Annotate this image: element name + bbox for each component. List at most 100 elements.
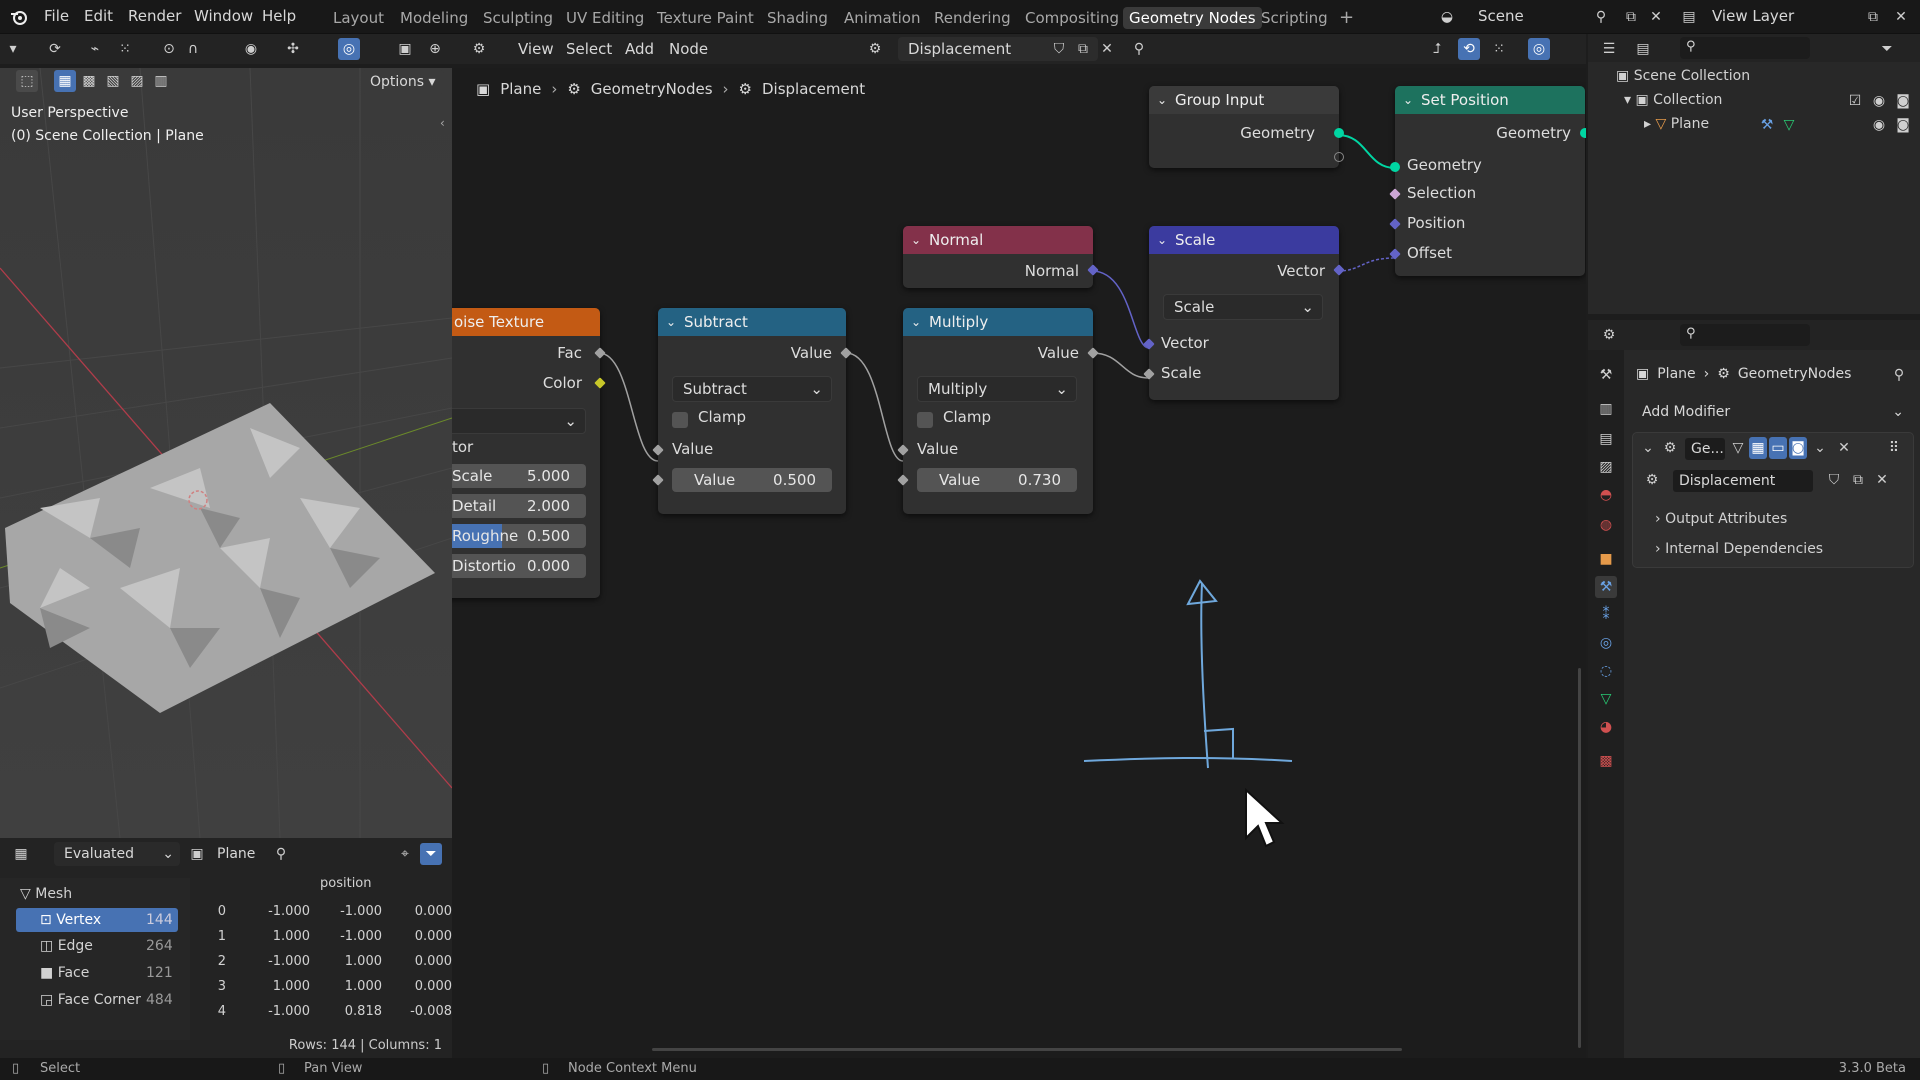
- node-header[interactable]: ⌄ Set Position: [1395, 86, 1585, 114]
- render-tab-icon[interactable]: ▥: [1595, 398, 1617, 420]
- snap-grid-node-icon[interactable]: ⁙: [1488, 38, 1510, 60]
- menu-add[interactable]: Add: [625, 40, 654, 58]
- object-tab-icon[interactable]: ■: [1595, 548, 1617, 570]
- options-dropdown[interactable]: Options ▾: [362, 70, 444, 94]
- tab-modeling[interactable]: Modeling: [394, 7, 474, 29]
- select-extend-icon[interactable]: ▩: [78, 70, 100, 92]
- scale-field[interactable]: Scale 5.000: [452, 464, 586, 488]
- tab-sculpting[interactable]: Sculpting: [477, 7, 559, 29]
- viewport-toggle-icon[interactable]: ▭: [1769, 437, 1787, 459]
- select-intersect-icon[interactable]: ▥: [150, 70, 172, 92]
- distortion-field[interactable]: Distortio 0.000: [452, 554, 586, 578]
- menu-window[interactable]: Window: [194, 7, 253, 25]
- detail-field[interactable]: Detail 2.000: [452, 494, 586, 518]
- dimensions-dropdown[interactable]: ⌄: [452, 408, 586, 434]
- tab-shading[interactable]: Shading: [761, 7, 834, 29]
- roughness-field[interactable]: Roughne 0.500: [452, 524, 586, 548]
- add-workspace-icon[interactable]: +: [1333, 7, 1360, 29]
- material-tab-icon[interactable]: ◕: [1595, 716, 1617, 738]
- fake-user-icon[interactable]: ⛉: [1048, 38, 1070, 60]
- noise-texture-node[interactable]: oise Texture Fac Color ⌄ tor Scale 5.000 …: [452, 308, 606, 598]
- modifier-tab-icon[interactable]: ⚒: [1595, 576, 1617, 598]
- blender-logo-icon[interactable]: [8, 6, 30, 28]
- tool-tab-icon[interactable]: ⚒: [1595, 364, 1617, 386]
- xray-icon[interactable]: ▣: [394, 38, 416, 60]
- properties-search-input[interactable]: ⚲: [1680, 324, 1810, 346]
- select-box-icon[interactable]: ▦: [54, 70, 76, 92]
- view-layer-name[interactable]: View Layer: [1712, 7, 1794, 25]
- chevron-down-icon[interactable]: ⌄: [911, 308, 921, 336]
- group-input-node[interactable]: ⌄ Group Input Geometry: [1149, 86, 1344, 168]
- menu-select[interactable]: Select: [566, 40, 612, 58]
- geometry-output-socket[interactable]: [1580, 128, 1586, 138]
- geometry-nodes-icon[interactable]: ⚙: [1659, 437, 1681, 459]
- snap-grid-icon[interactable]: ⁙: [114, 38, 136, 60]
- transform-icon[interactable]: ⟳: [44, 38, 66, 60]
- menu-edit[interactable]: Edit: [84, 7, 113, 25]
- edit-mode-icon[interactable]: ▽: [1727, 437, 1749, 459]
- node-header[interactable]: ⌄ Normal: [903, 226, 1093, 254]
- filter-icon[interactable]: ⏷: [1876, 38, 1898, 60]
- plane-item[interactable]: ▸ ▽ Plane: [1644, 116, 1709, 132]
- face-corner-item[interactable]: ◲ Face Corner: [40, 992, 141, 1008]
- geometry-output-socket[interactable]: [1334, 128, 1344, 138]
- geometry-input-socket[interactable]: [1390, 162, 1400, 172]
- output-tab-icon[interactable]: ▤: [1595, 428, 1617, 450]
- parent-tree-icon[interactable]: ⮥: [1426, 38, 1448, 60]
- duplicate-icon[interactable]: ⧉: [1847, 469, 1869, 491]
- falloff-icon[interactable]: ∩: [182, 38, 204, 60]
- evaluated-dropdown[interactable]: Evaluated ⌄: [54, 842, 180, 866]
- pin-icon[interactable]: ⚲: [1888, 364, 1910, 386]
- editor-type-icon[interactable]: ☰: [1598, 38, 1620, 60]
- particles-tab-icon[interactable]: ⁑: [1595, 604, 1617, 626]
- tab-scripting[interactable]: Scripting: [1255, 7, 1334, 29]
- new-view-layer-icon[interactable]: ⧉: [1862, 6, 1884, 28]
- world-tab-icon[interactable]: ◍: [1595, 514, 1617, 536]
- node-header[interactable]: oise Texture: [452, 308, 600, 336]
- camera-icon[interactable]: ◙: [1892, 114, 1914, 136]
- gizmo-icon[interactable]: ✣: [282, 38, 304, 60]
- exclude-checkbox-icon[interactable]: ☑: [1844, 90, 1866, 112]
- camera-icon[interactable]: ◙: [1892, 90, 1914, 112]
- editor-type-icon[interactable]: ⚙: [1598, 324, 1620, 346]
- fake-user-icon[interactable]: ⛉: [1823, 469, 1845, 491]
- pin-icon[interactable]: ⚲: [270, 843, 292, 865]
- scene-tab-icon[interactable]: ◓: [1595, 484, 1617, 506]
- node-header[interactable]: ⌄ Scale: [1149, 226, 1339, 254]
- proportional-icon[interactable]: ⊙: [158, 38, 180, 60]
- vertical-scrollbar[interactable]: [1578, 668, 1581, 1048]
- chevron-down-icon[interactable]: ⌄: [1157, 226, 1167, 254]
- tab-uv-editing[interactable]: UV Editing: [560, 7, 650, 29]
- editmode-toggle-icon[interactable]: ▦: [1749, 437, 1767, 459]
- chevron-down-icon[interactable]: ⌄: [1403, 86, 1413, 114]
- operation-dropdown[interactable]: Subtract ⌄: [672, 376, 832, 402]
- scene-collection-item[interactable]: ▣ Scene Collection: [1616, 68, 1750, 84]
- outliner-search-input[interactable]: ⚲: [1680, 37, 1810, 59]
- scene-icon[interactable]: ◒: [1436, 6, 1458, 28]
- tab-compositing[interactable]: Compositing: [1019, 7, 1125, 29]
- overlays-icon[interactable]: ◎: [338, 38, 360, 60]
- display-mode-icon[interactable]: ▤: [1632, 38, 1654, 60]
- chevron-down-icon[interactable]: ⌄: [666, 308, 676, 336]
- delete-view-layer-icon[interactable]: ✕: [1890, 6, 1912, 28]
- node-overlay-icon[interactable]: ◎: [1528, 38, 1550, 60]
- horizontal-scrollbar[interactable]: [652, 1048, 1402, 1051]
- visibility-icon[interactable]: ◉: [240, 38, 262, 60]
- breadcrumb-geometrynodes[interactable]: GeometryNodes: [591, 80, 713, 98]
- node-header[interactable]: ⌄ Multiply: [903, 308, 1093, 336]
- empty-socket[interactable]: [1334, 152, 1344, 162]
- select-tool-icon[interactable]: ⬚: [16, 70, 38, 92]
- menu-file[interactable]: File: [44, 7, 69, 25]
- editor-type-icon[interactable]: ▾: [2, 38, 24, 60]
- breadcrumb-plane[interactable]: Plane: [500, 80, 541, 98]
- texture-tab-icon[interactable]: ▩: [1595, 750, 1617, 772]
- chevron-down-icon[interactable]: ⌄: [1809, 437, 1831, 459]
- edge-item[interactable]: ◫ Edge: [40, 938, 93, 954]
- unlink-tree-icon[interactable]: ✕: [1096, 38, 1118, 60]
- chevron-down-icon[interactable]: ⌄: [1157, 86, 1167, 114]
- new-scene-icon[interactable]: ⧉: [1620, 6, 1642, 28]
- selected-only-icon[interactable]: ⌖: [394, 843, 416, 865]
- clamp-checkbox[interactable]: [917, 412, 933, 428]
- tab-animation[interactable]: Animation: [838, 7, 926, 29]
- node-tree-icon[interactable]: ⚙: [1641, 469, 1663, 491]
